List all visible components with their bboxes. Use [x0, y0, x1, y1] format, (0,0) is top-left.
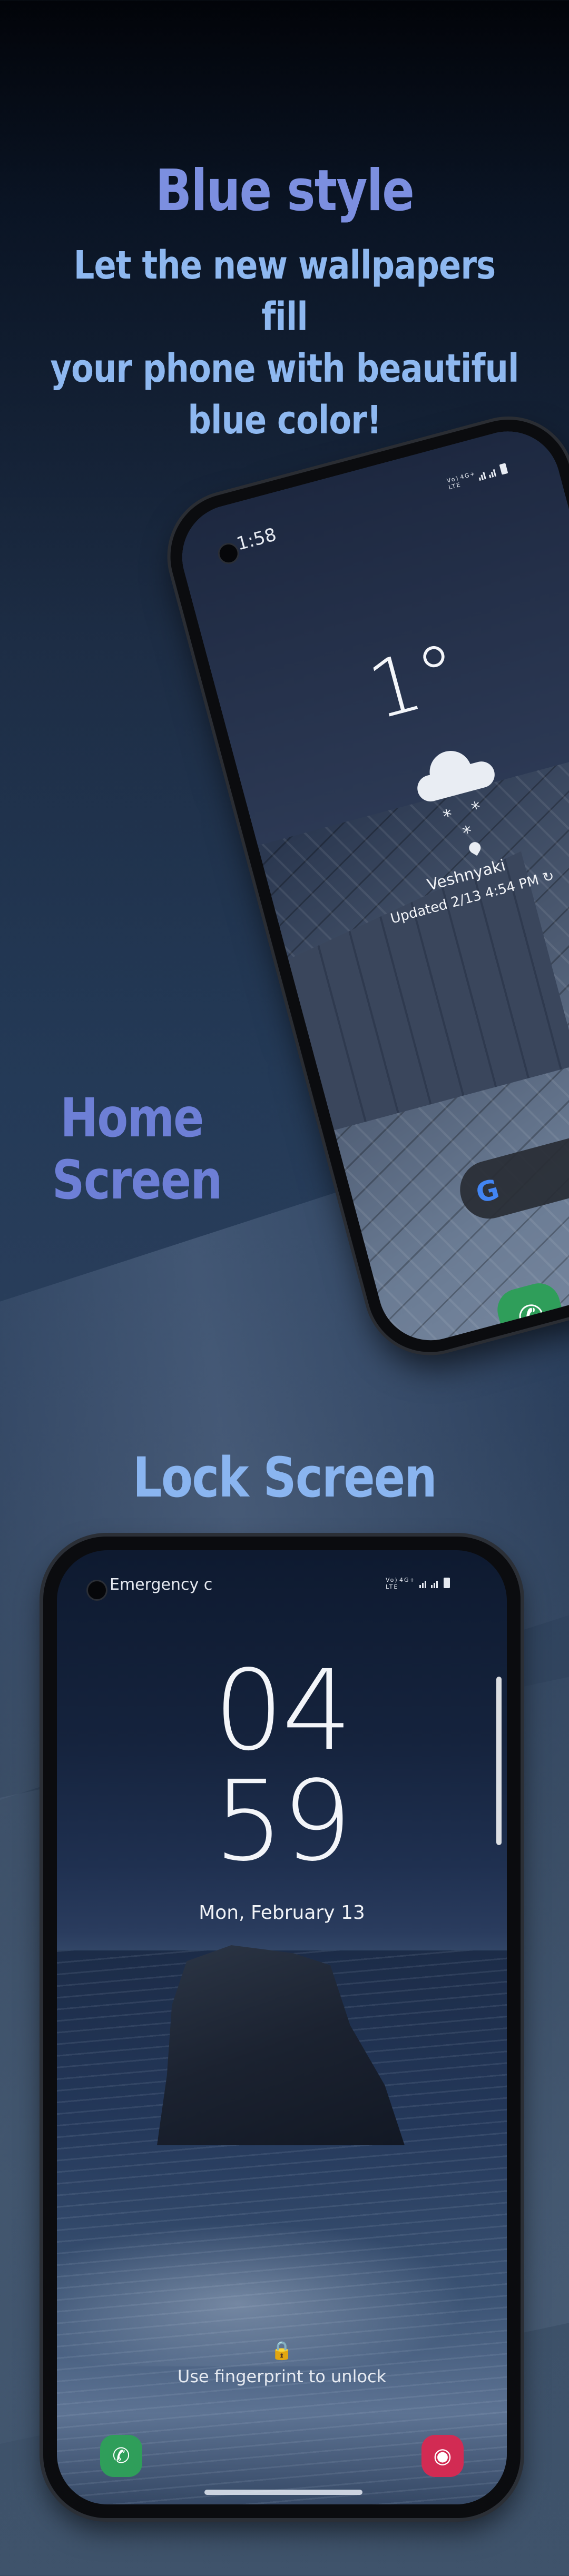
phone-icon: ✆ [112, 2444, 130, 2468]
lock-screen-display: Emergency c Vo) LTE 4G+ 04 59 Mon, Febru… [57, 1550, 507, 2504]
clock-hours: 04 [213, 1646, 352, 1775]
lock-screen-phone-mockup: Emergency c Vo) LTE 4G+ 04 59 Mon, Febru… [43, 1537, 521, 2518]
promo-subtitle-line: Let the new wallpapers fill [73, 243, 496, 340]
lock-shortcut-camera[interactable]: ◉ [421, 2435, 464, 2477]
gesture-home-bar[interactable] [204, 2490, 362, 2495]
lock-screen-label: Lock Screen [133, 1445, 437, 1510]
svg-text:LTE: LTE [386, 1583, 398, 1590]
unlock-hint: Use fingerprint to unlock [177, 2366, 387, 2386]
signal-battery-icon: Vo) LTE 4G+ [386, 1577, 450, 1590]
camera-icon: ◉ [433, 2444, 452, 2468]
svg-text:Vo): Vo) [386, 1577, 398, 1583]
promo-title: Blue style [155, 158, 415, 224]
home-screen-label-line: Screen [52, 1149, 223, 1212]
home-screen-display: 1:58 Vo) LTE 4G+ 1° * * * Veshnyaki Upda… [170, 419, 569, 1352]
lock-shortcut-phone[interactable]: ✆ [100, 2435, 142, 2477]
status-bar-icons: Vo) LTE 4G+ [386, 1576, 470, 1593]
google-icon: G [473, 1173, 503, 1210]
home-screen-label: Home Screen [52, 1087, 223, 1212]
google-search-bar[interactable]: G [453, 1098, 569, 1225]
svg-text:4G+: 4G+ [399, 1577, 416, 1583]
promo-subtitle: Let the new wallpapers fill your phone w… [45, 240, 523, 446]
front-camera-icon [86, 1580, 107, 1601]
lock-screen-date: Mon, February 13 [199, 1902, 365, 1924]
home-screen-label-line: Home [60, 1087, 204, 1150]
clock-minutes: 59 [213, 1757, 352, 1886]
emergency-call-text[interactable]: Emergency c [110, 1576, 212, 1594]
lock-icon: 🔒 [270, 2340, 293, 2361]
edge-panel-handle[interactable] [496, 1677, 502, 1845]
home-screen-phone-mockup: 1:58 Vo) LTE 4G+ 1° * * * Veshnyaki Upda… [156, 405, 569, 1366]
promo-subtitle-line: your phone with beautiful [50, 346, 519, 391]
